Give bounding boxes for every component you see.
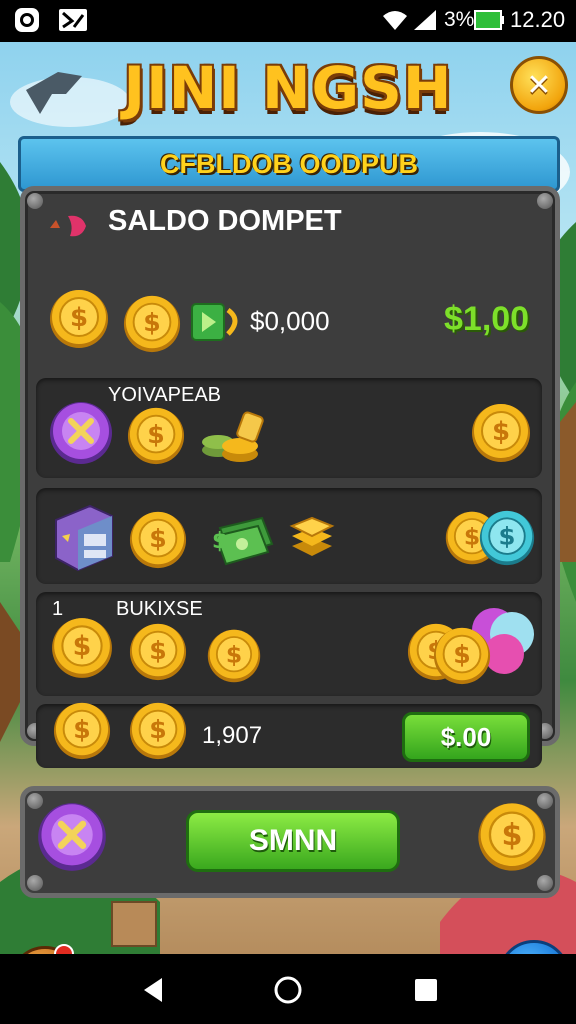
row-value: 1,907 — [202, 722, 263, 749]
main-action-button[interactable]: SMNN — [186, 810, 400, 872]
panel-bolt — [27, 875, 43, 891]
svg-text:$: $ — [73, 715, 91, 744]
game-title: JINI NGSH — [123, 54, 453, 122]
svg-text:$: $ — [149, 636, 167, 665]
close-icon: ✕ — [526, 68, 552, 102]
svg-text:$: $ — [70, 303, 88, 333]
row-label: YOIVAPEAB — [108, 384, 222, 406]
gold-bar-stack-icon — [289, 516, 335, 556]
svg-text:$: $ — [149, 715, 167, 744]
svg-text:$: $ — [149, 524, 167, 553]
svg-text:$: $ — [143, 308, 161, 337]
gold-coin-icon: $ — [207, 629, 261, 683]
svg-text:$: $ — [73, 631, 92, 662]
wifi-icon — [383, 11, 407, 30]
wallet-heading: SALDO DOMPET — [108, 205, 342, 237]
title-banner: CFBLDOB OODPUB — [18, 136, 560, 192]
panel-bolt — [537, 875, 553, 891]
banner-text: CFBLDOB OODPUB — [160, 148, 418, 179]
svg-text:$: $ — [499, 522, 516, 551]
svg-text:$: $ — [492, 417, 510, 447]
gold-coin-icon: $ — [472, 404, 530, 462]
system-nav-bar — [0, 954, 576, 1024]
svg-text:$: $ — [212, 529, 227, 554]
image-notification-icon — [59, 9, 87, 31]
gold-coin-icon: $ — [123, 295, 181, 353]
cash-bundle-icon: $ — [212, 516, 274, 566]
row-label: BUKIXSE — [116, 598, 203, 620]
gold-coin-icon: $ — [129, 702, 187, 760]
svg-text:$: $ — [501, 818, 522, 853]
recent-apps-icon[interactable] — [414, 978, 438, 1002]
gold-coin-icon: $ — [129, 511, 187, 569]
battery-icon — [474, 10, 504, 30]
purple-cancel-button[interactable] — [36, 800, 108, 874]
wallet-icon — [50, 215, 86, 237]
panel-bolt — [27, 193, 43, 209]
app-notification-icon — [15, 8, 39, 32]
cash-stack-icon — [191, 303, 238, 341]
balance-green-amount: $1,00 — [444, 300, 530, 338]
gold-coin-icon: $ — [433, 627, 491, 685]
back-icon[interactable] — [140, 976, 166, 1004]
battery-percent: 3% — [444, 8, 475, 31]
home-circle-icon[interactable] — [274, 976, 302, 1004]
treasure-box-icon — [55, 504, 113, 572]
gold-coin-icon: $ — [53, 702, 111, 760]
gold-coin-icon: $ — [50, 290, 108, 348]
svg-text:$: $ — [147, 420, 165, 449]
buy-button-label: $.00 — [440, 721, 492, 752]
teal-coin-icon: $ — [479, 510, 535, 566]
close-button[interactable]: ✕ — [510, 56, 568, 114]
buy-button[interactable]: $.00 — [402, 712, 530, 762]
signal-icon — [414, 10, 436, 30]
clock: 12.20 — [510, 7, 566, 32]
svg-text:$: $ — [453, 640, 471, 669]
status-bar: 3% 12.20 — [0, 0, 576, 42]
main-action-label: SMNN — [248, 824, 338, 857]
gold-coin-icon: $ — [52, 618, 112, 678]
gold-coin-button[interactable]: $ — [476, 800, 548, 874]
balance-amount: $0,000 — [250, 306, 330, 336]
gold-coin-icon: $ — [129, 623, 187, 681]
purple-cancel-token-icon[interactable] — [48, 400, 114, 466]
gold-coin-icon: $ — [127, 407, 185, 465]
gold-coin-stack-icon — [202, 411, 264, 462]
panel-bolt — [537, 193, 553, 209]
svg-text:$: $ — [226, 640, 242, 668]
